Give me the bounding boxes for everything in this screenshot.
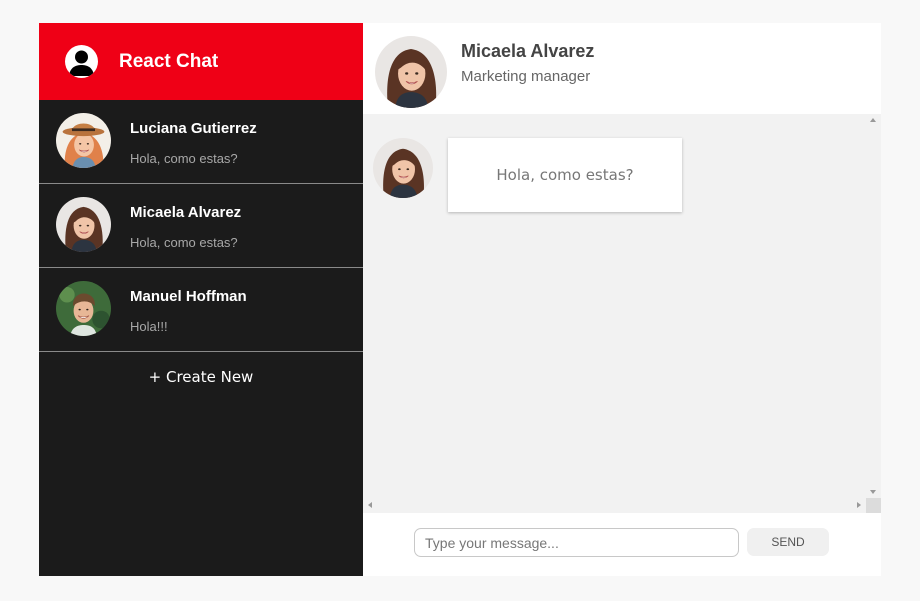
- scroll-down-arrow-icon[interactable]: [870, 490, 876, 494]
- contact-info: Micaela Alvarez Hola, como estas?: [130, 204, 241, 250]
- contact-avatar: [375, 36, 447, 108]
- message-input[interactable]: [414, 528, 739, 557]
- contact-item-manuel[interactable]: Manuel Hoffman Hola!!!: [39, 268, 363, 352]
- sidebar: React Chat Luciana Gutierrez Hola, como …: [39, 23, 363, 576]
- message-bubble: Hola, como estas?: [448, 138, 682, 212]
- avatar: [56, 113, 111, 168]
- send-button[interactable]: SEND: [747, 528, 829, 556]
- contact-info: Manuel Hoffman Hola!!!: [130, 288, 247, 334]
- horizontal-scrollbar[interactable]: [363, 498, 866, 513]
- contact-name: Micaela Alvarez: [130, 204, 242, 221]
- scroll-right-arrow-icon[interactable]: [857, 502, 861, 508]
- contact-name: Manuel Hoffman: [130, 288, 247, 305]
- chat-panel: Micaela Alvarez Marketing manager Hola, …: [363, 23, 881, 576]
- contact-details: Micaela Alvarez Marketing manager: [461, 41, 594, 85]
- scroll-up-arrow-icon[interactable]: [870, 118, 876, 122]
- create-new-button[interactable]: + Create New: [39, 368, 363, 386]
- app-title: React Chat: [119, 50, 219, 72]
- chat-app: React Chat Luciana Gutierrez Hola, como …: [39, 23, 881, 576]
- avatar: [56, 197, 111, 252]
- vertical-scrollbar[interactable]: [866, 114, 881, 498]
- message-composer: SEND: [363, 513, 881, 576]
- chat-contact-name: Micaela Alvarez: [461, 41, 595, 61]
- message-row: Hola, como estas?: [373, 138, 682, 212]
- message-area[interactable]: Hola, como estas?: [363, 114, 881, 513]
- sidebar-header: React Chat: [39, 23, 363, 100]
- contact-last-message: Hola, como estas?: [130, 235, 238, 250]
- contact-last-message: Hola!!!: [130, 319, 168, 334]
- scroll-left-arrow-icon[interactable]: [368, 502, 372, 508]
- scrollbar-corner: [866, 498, 881, 513]
- chat-contact-role: Marketing manager: [461, 68, 591, 85]
- chat-header: Micaela Alvarez Marketing manager: [363, 23, 881, 114]
- contact-info: Luciana Gutierrez Hola, como estas?: [130, 120, 257, 166]
- contact-item-luciana[interactable]: Luciana Gutierrez Hola, como estas?: [39, 100, 363, 184]
- contact-last-message: Hola, como estas?: [130, 151, 238, 166]
- message-list: Hola, como estas?: [363, 114, 866, 497]
- avatar: [56, 281, 111, 336]
- contact-name: Luciana Gutierrez: [130, 120, 257, 137]
- message-avatar: [373, 138, 433, 198]
- user-profile-icon[interactable]: [65, 45, 98, 78]
- contact-item-micaela[interactable]: Micaela Alvarez Hola, como estas?: [39, 184, 363, 268]
